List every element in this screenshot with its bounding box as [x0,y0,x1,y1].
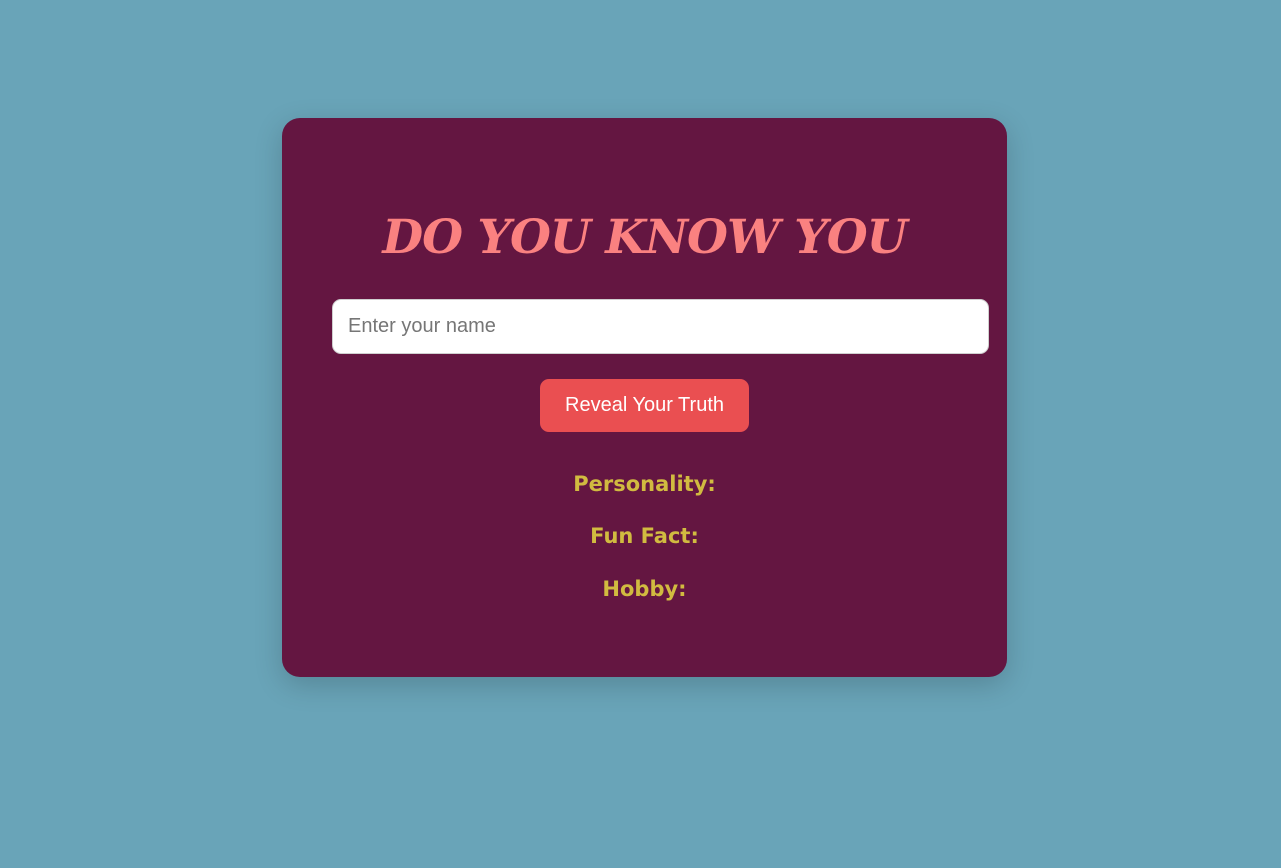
page-title: DO YOU KNOW YOU [382,210,907,265]
personality-label: Personality: [573,472,716,496]
fun-fact-label: Fun Fact: [590,524,699,548]
name-input[interactable] [332,299,989,354]
hobby-label: Hobby: [602,577,687,601]
reveal-truth-button[interactable]: Reveal Your Truth [540,379,749,432]
quiz-card: DO YOU KNOW YOU Reveal Your Truth Person… [282,118,1007,677]
